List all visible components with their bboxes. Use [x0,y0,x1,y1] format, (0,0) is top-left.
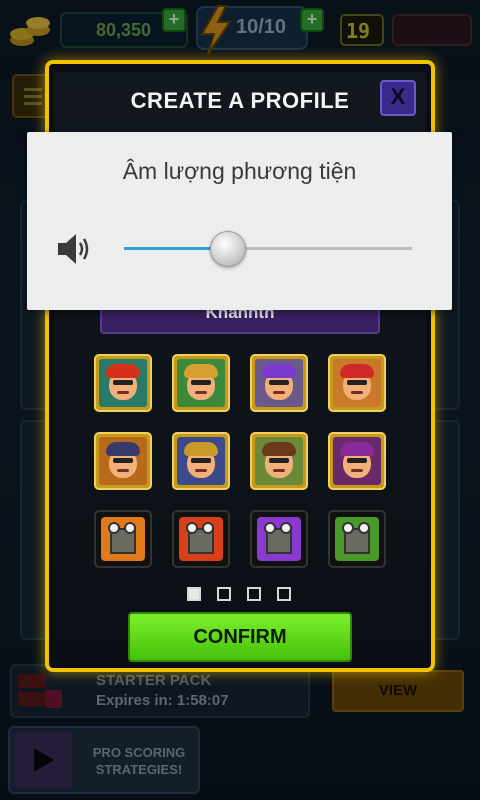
page-dot[interactable] [277,587,291,601]
avatar-red-spiky-hair[interactable] [94,354,152,412]
avatar-red-cap-guy[interactable] [328,354,386,412]
avatar-purple-hair-guy[interactable] [328,432,386,490]
confirm-button[interactable]: CONFIRM [128,612,352,662]
page-dot[interactable] [187,587,201,601]
dialog-title: CREATE A PROFILE [130,88,350,113]
page-dot[interactable] [217,587,231,601]
close-button[interactable]: X [380,80,416,116]
avatar-robot-purple[interactable] [250,510,308,568]
avatar-robot-red[interactable] [172,510,230,568]
avatar-brunette-woman[interactable] [250,432,308,490]
media-volume-title: Âm lượng phương tiện [122,158,357,184]
volume-slider-thumb[interactable] [210,231,246,267]
avatar-robot-orange[interactable] [94,510,152,568]
speaker-icon [58,234,89,264]
avatar-robot-green[interactable] [328,510,386,568]
avatar-biker-cap-woman[interactable] [94,432,152,490]
page-dot[interactable] [247,587,261,601]
avatar-goggles-guy[interactable] [172,432,230,490]
avatar-headset-gamer[interactable] [172,354,230,412]
avatar-bandana-guy[interactable] [250,354,308,412]
